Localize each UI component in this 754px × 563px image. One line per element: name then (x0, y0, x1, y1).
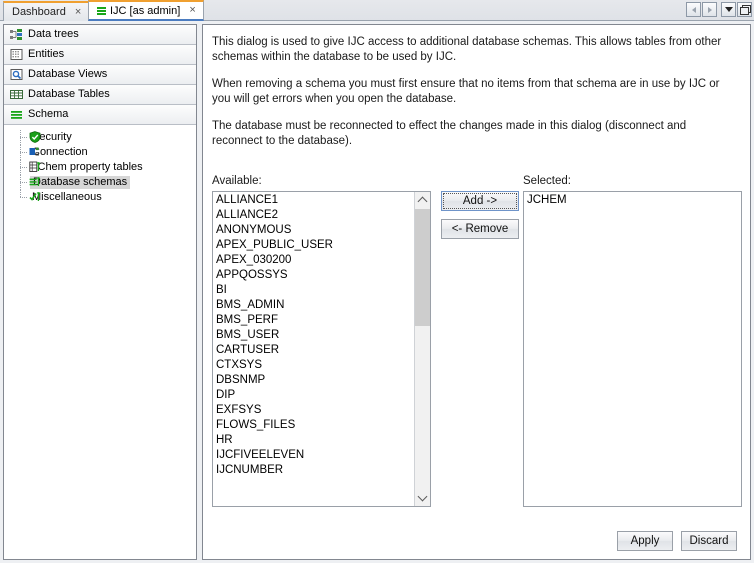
selected-schemas-list[interactable]: JCHEM (523, 191, 742, 507)
available-list-item[interactable]: APPQOSSYS (213, 268, 413, 283)
sidebar-tree-item-security[interactable]: Security (4, 130, 196, 145)
available-list-item[interactable]: EXFSYS (213, 403, 413, 418)
tree-connector (18, 175, 28, 190)
available-list-item[interactable]: FLOWS_FILES (213, 418, 413, 433)
available-list-item[interactable]: ALLIANCE1 (213, 193, 413, 208)
sidebar-tree-item-connection[interactable]: Connection (4, 145, 196, 160)
remove-button[interactable]: <- Remove (441, 219, 519, 239)
available-list-item[interactable]: DIP (213, 388, 413, 403)
sidebar-item-entities[interactable]: Entities (4, 45, 196, 65)
add-button[interactable]: Add -> (441, 191, 519, 211)
available-list-item[interactable]: IJCFIVEELEVEN (213, 448, 413, 463)
tab-label: Dashboard (12, 6, 66, 18)
description-paragraph-3: The database must be reconnected to effe… (212, 119, 737, 149)
sidebar: Data trees Entities (3, 24, 197, 560)
available-list-item[interactable]: APEX_030200 (213, 253, 413, 268)
tab-close-icon[interactable]: × (75, 7, 81, 18)
tab-close-icon[interactable]: × (189, 5, 195, 16)
selected-list-item[interactable]: JCHEM (524, 193, 741, 208)
right-arrow-icon (708, 7, 712, 13)
miscellaneous-icon (29, 191, 42, 204)
available-list-item[interactable]: BMS_ADMIN (213, 298, 413, 313)
available-list-item[interactable]: HR (213, 433, 413, 448)
sidebar-item-label: Entities (28, 49, 64, 60)
available-schemas-list[interactable]: ALLIANCE1ALLIANCE2ANONYMOUSAPEX_PUBLIC_U… (212, 191, 431, 507)
tab-dashboard[interactable]: Dashboard × (3, 1, 89, 21)
tab-ijc-as-admin[interactable]: IJC [as admin] × (88, 0, 204, 21)
chevron-down-icon (418, 492, 428, 502)
tree-connector (18, 160, 28, 175)
scroll-tabs-left-button[interactable] (686, 2, 701, 17)
available-list-item[interactable]: BMS_PERF (213, 313, 413, 328)
tree-connector (18, 130, 28, 145)
available-list-item[interactable]: ANONYMOUS (213, 223, 413, 238)
sidebar-item-database-tables[interactable]: Database Tables (4, 85, 196, 105)
available-list-item[interactable]: IJCNUMBER (213, 463, 413, 478)
description-paragraph-2: When removing a schema you must first en… (212, 77, 737, 107)
available-list-item[interactable]: CARTUSER (213, 343, 413, 358)
sidebar-item-schema[interactable]: Schema (4, 105, 196, 125)
maximize-restore-button[interactable] (737, 2, 752, 17)
discard-button[interactable]: Discard (681, 531, 737, 551)
window-controls (686, 2, 752, 17)
available-list-item[interactable]: CTXSYS (213, 358, 413, 373)
sidebar-tree-item-database-schemas[interactable]: Database schemas (4, 175, 196, 190)
sidebar-tree-item-label: Database schemas (30, 176, 130, 189)
sidebar-item-label: Schema (28, 109, 68, 120)
available-list-item[interactable]: DBSNMP (213, 373, 413, 388)
sidebar-item-label: Database Views (28, 69, 107, 80)
available-label: Available: (212, 175, 262, 187)
chevron-down-icon (725, 7, 733, 12)
sidebar-item-label: Data trees (28, 29, 79, 40)
restore-window-icon (740, 5, 749, 14)
chevron-up-icon (418, 197, 428, 207)
schema-icon (10, 108, 23, 121)
sidebar-item-data-trees[interactable]: Data trees (4, 25, 196, 45)
available-list-item[interactable]: APEX_PUBLIC_USER (213, 238, 413, 253)
database-schemas-panel: This dialog is used to give IJC access t… (202, 24, 751, 560)
tab-bar: Dashboard × IJC [as admin] × (0, 0, 754, 21)
database-schemas-icon (29, 176, 42, 189)
tree-connector (18, 190, 28, 205)
database-views-icon (10, 68, 23, 81)
tree-connector (18, 145, 28, 160)
sidebar-item-label: Database Tables (28, 89, 110, 100)
sidebar-tree-item-label: Miscellaneous (32, 192, 102, 203)
connection-icon (29, 146, 42, 159)
description-paragraph-1: This dialog is used to give IJC access t… (212, 35, 737, 65)
available-list-item[interactable]: ALLIANCE2 (213, 208, 413, 223)
selected-label: Selected: (523, 175, 571, 187)
application-window: Dashboard × IJC [as admin] × (0, 0, 754, 563)
data-trees-icon (10, 28, 23, 41)
available-list-item[interactable]: BI (213, 283, 413, 298)
lines-icon (97, 6, 106, 15)
database-tables-icon (10, 88, 23, 101)
property-tables-icon (29, 161, 42, 174)
available-list-scrollbar[interactable] (414, 192, 430, 506)
tab-label: IJC [as admin] (110, 5, 180, 17)
sidebar-tree-item-label: JChem property tables (32, 162, 143, 173)
tab-list-dropdown-button[interactable] (721, 2, 736, 17)
left-arrow-icon (692, 7, 696, 13)
scrollbar-thumb[interactable] (415, 209, 430, 326)
scroll-down-button[interactable] (415, 490, 430, 506)
sidebar-tree-item-jchem-property-tables[interactable]: JChem property tables (4, 160, 196, 175)
entities-icon (10, 48, 23, 61)
apply-button[interactable]: Apply (617, 531, 673, 551)
scroll-tabs-right-button[interactable] (702, 2, 717, 17)
shield-icon (29, 131, 42, 144)
sidebar-item-database-views[interactable]: Database Views (4, 65, 196, 85)
available-list-item[interactable]: BMS_USER (213, 328, 413, 343)
sidebar-tree-item-miscellaneous[interactable]: Miscellaneous (4, 190, 196, 205)
scroll-up-button[interactable] (415, 192, 430, 208)
